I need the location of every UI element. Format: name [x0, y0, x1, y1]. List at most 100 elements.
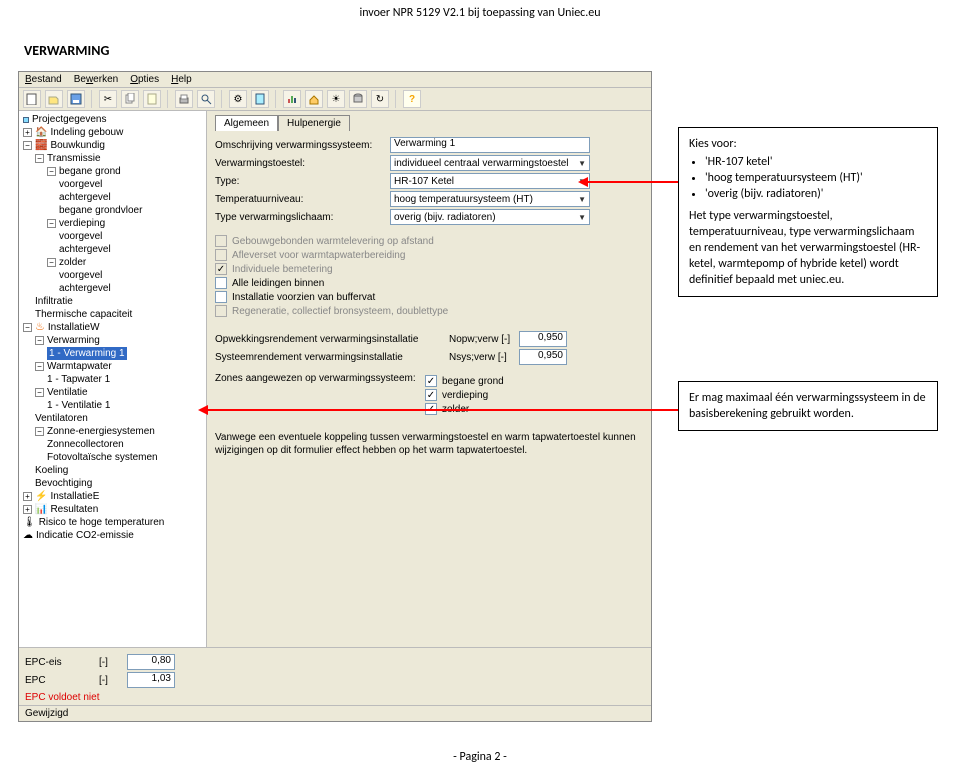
house-icon[interactable] — [305, 90, 323, 108]
lbl-chk5: Installatie voorzien van buffervat — [232, 292, 375, 303]
tree-voorgevel-2[interactable]: voorgevel — [59, 230, 102, 243]
chart-icon[interactable] — [283, 90, 301, 108]
lbl-verwarmlich: Type verwarmingslichaam: — [215, 212, 390, 223]
tree-bouwkundig[interactable]: Bouwkundig — [50, 139, 104, 152]
preview-icon[interactable] — [197, 90, 215, 108]
menu-bestand[interactable]: Bestand — [25, 74, 62, 85]
tree-co2[interactable]: Indicatie CO2-emissie — [36, 529, 134, 542]
tree-resultaten[interactable]: Resultaten — [50, 503, 98, 516]
callout1-p: Het type verwarmingstoestel, temperatuur… — [689, 208, 927, 288]
checkbox-buffervat[interactable] — [215, 291, 227, 303]
lbl-toestel: Verwarmingstoestel: — [215, 158, 390, 169]
tree-infiltratie[interactable]: Infiltratie — [35, 295, 73, 308]
input-sys[interactable]: 0,950 — [519, 349, 567, 365]
arrow-1-head — [578, 177, 588, 187]
combo-verwarmlich[interactable]: overig (bijv. radiatoren)▼ — [390, 209, 590, 225]
callout-bottom: Er mag maximaal één verwarmingssysteem i… — [678, 381, 938, 431]
checkbox-zone2[interactable]: ✓ — [425, 389, 437, 401]
calc-icon[interactable] — [251, 90, 269, 108]
tree-zonnecol[interactable]: Zonnecollectoren — [47, 438, 124, 451]
print-icon[interactable] — [175, 90, 193, 108]
tree-projectgegevens[interactable]: Projectgegevens — [32, 113, 107, 126]
tree-risico[interactable]: Risico te hoge temperaturen — [39, 516, 165, 529]
lbl-chk4: Alle leidingen binnen — [232, 278, 324, 289]
tree-installatiew[interactable]: InstallatieW — [48, 321, 100, 334]
combo-toestel[interactable]: individueel centraal verwarmingstoestel▼ — [390, 155, 590, 171]
tree-zolder[interactable]: zolder — [59, 256, 86, 269]
db-icon[interactable] — [349, 90, 367, 108]
tree-ventilatoren[interactable]: Ventilatoren — [35, 412, 88, 425]
tree-thermische[interactable]: Thermische capaciteit — [35, 308, 132, 321]
screenshot-wrap: Bestand Bewerken Opties Help ✂ ⚙ ☀ ↻ — [18, 71, 942, 722]
tree-koeling[interactable]: Koeling — [35, 464, 68, 477]
menubar: Bestand Bewerken Opties Help — [19, 72, 651, 88]
checkbox-gebouwgebonden — [215, 235, 227, 247]
tree-verwarming[interactable]: Verwarming — [47, 334, 100, 347]
tree-indeling[interactable]: Indeling gebouw — [50, 126, 123, 139]
epc-voldoet-niet: EPC voldoet niet — [25, 692, 645, 703]
input-omschrijving[interactable]: Verwarming 1 — [390, 137, 590, 153]
tree-begane-grond[interactable]: begane grond — [59, 165, 121, 178]
menu-help[interactable]: Help — [171, 74, 192, 85]
chevron-down-icon: ▼ — [575, 213, 586, 222]
menu-bewerken[interactable]: Bewerken — [74, 74, 118, 85]
checkbox-zone1[interactable]: ✓ — [425, 375, 437, 387]
tab-algemeen[interactable]: Algemeen — [215, 115, 278, 131]
tree-transmissie[interactable]: Transmissie — [47, 152, 101, 165]
tree-item-selected[interactable]: 1 - Verwarming 1 — [47, 347, 127, 360]
copy-icon[interactable] — [121, 90, 139, 108]
tab-hulpenergie[interactable]: Hulpenergie — [278, 115, 350, 131]
unit-opw: Nopw;verw [-] — [449, 334, 519, 345]
menu-opties[interactable]: Opties — [130, 74, 159, 85]
chart-icon-tree: 📊 — [35, 503, 47, 516]
checkbox-regeneratie — [215, 305, 227, 317]
checkbox-leidingen[interactable] — [215, 277, 227, 289]
lbl-chk2: Afleverset voor warmtapwaterbereiding — [232, 250, 405, 261]
plug-icon: ⚡ — [35, 490, 47, 503]
tree-voorgevel-3[interactable]: voorgevel — [59, 269, 102, 282]
statusbar: Gewijzigd — [19, 705, 651, 721]
refresh-icon[interactable]: ↻ — [371, 90, 389, 108]
tree-warmtapwater[interactable]: Warmtapwater — [47, 360, 112, 373]
lbl-chk3: Individuele bemetering — [232, 264, 333, 275]
tree-voorgevel[interactable]: voorgevel — [59, 178, 102, 191]
new-icon[interactable] — [23, 90, 41, 108]
page-footer: - Pagina 2 - — [0, 722, 960, 774]
paste-icon[interactable] — [143, 90, 161, 108]
tree-panel[interactable]: Projectgegevens +🏠Indeling gebouw −🧱Bouw… — [19, 111, 207, 647]
lbl-epceis: EPC-eis — [25, 657, 89, 668]
tree-achtergevel-2[interactable]: achtergevel — [59, 243, 111, 256]
bottom-panel: EPC-eis [-] 0,80 EPC [-] 1,03 EPC voldoe… — [19, 647, 651, 705]
tree-installatiee[interactable]: InstallatieE — [50, 490, 99, 503]
gear-icon[interactable]: ⚙ — [229, 90, 247, 108]
lbl-omschrijving: Omschrijving verwarmingssysteem: — [215, 140, 390, 151]
tree-ventilatie1[interactable]: 1 - Ventilatie 1 — [47, 399, 110, 412]
lbl-chk1: Gebouwgebonden warmtelevering op afstand — [232, 236, 434, 247]
lbl-type: Type: — [215, 176, 390, 187]
tree-bevochtiging[interactable]: Bevochtiging — [35, 477, 92, 490]
help-icon[interactable]: ? — [403, 90, 421, 108]
tree-achtergevel[interactable]: achtergevel — [59, 191, 111, 204]
unit-epceis: [-] — [99, 657, 117, 668]
lbl-sys: Systeemrendement verwarmingsinstallatie — [215, 352, 449, 363]
arrow-1 — [588, 181, 678, 183]
sun-icon[interactable]: ☀ — [327, 90, 345, 108]
tree-achtergevel-3[interactable]: achtergevel — [59, 282, 111, 295]
combo-type[interactable]: HR-107 Ketel▼ — [390, 173, 590, 189]
tree-begane-grondvloer[interactable]: begane grondvloer — [59, 204, 142, 217]
cut-icon[interactable]: ✂ — [99, 90, 117, 108]
section-heading: VERWARMING — [0, 22, 960, 67]
tree-verdieping[interactable]: verdieping — [59, 217, 105, 230]
combo-tempniv[interactable]: hoog temperatuursysteem (HT)▼ — [390, 191, 590, 207]
open-icon[interactable] — [45, 90, 63, 108]
form-panel: Algemeen Hulpenergie Omschrijving verwar… — [207, 111, 651, 647]
save-icon[interactable] — [67, 90, 85, 108]
lbl-tempniv: Temperatuurniveau: — [215, 194, 390, 205]
tree-fotov[interactable]: Fotovoltaïsche systemen — [47, 451, 158, 464]
page-header: invoer NPR 5129 V2.1 bij toepassing van … — [0, 0, 960, 22]
tree-zonne[interactable]: Zonne-energiesystemen — [47, 425, 155, 438]
tree-ventilatie[interactable]: Ventilatie — [47, 386, 88, 399]
input-opw[interactable]: 0,950 — [519, 331, 567, 347]
tree-tapwater1[interactable]: 1 - Tapwater 1 — [47, 373, 110, 386]
flame-icon: ♨ — [35, 321, 45, 334]
